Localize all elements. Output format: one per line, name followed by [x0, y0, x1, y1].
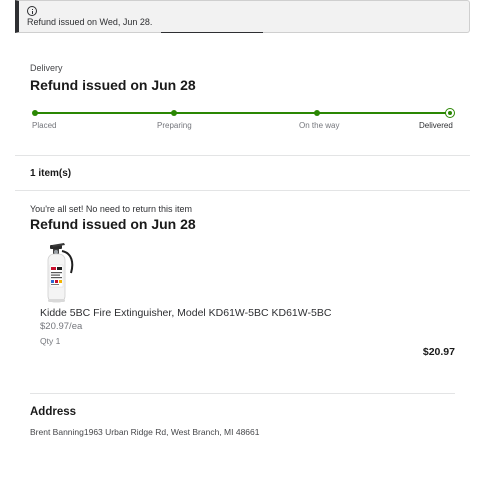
section-divider — [30, 393, 455, 394]
step-label-delivered: Delivered — [419, 121, 453, 130]
progress-dot-delivered — [445, 108, 455, 118]
section-divider — [15, 155, 470, 156]
product-line-total: $20.97 — [422, 346, 455, 358]
progress-line — [34, 112, 450, 114]
step-label-placed: Placed — [32, 121, 57, 130]
product-image[interactable] — [40, 243, 80, 305]
step-label-preparing: Preparing — [157, 121, 192, 130]
refund-banner: Refund issued on Wed, Jun 28. — [15, 0, 470, 33]
delivery-status-title: Refund issued on Jun 28 — [30, 77, 196, 93]
no-return-note: You're all set! No need to return this i… — [30, 204, 192, 214]
step-label-on-the-way: On the way — [299, 121, 340, 130]
section-divider — [15, 190, 470, 191]
progress-dot-placed — [32, 110, 38, 116]
delivery-progress-tracker — [32, 107, 455, 119]
address-text: Brent Banning1963 Urban Ridge Rd, West B… — [30, 427, 260, 437]
items-count: 1 item(s) — [30, 168, 72, 179]
product-name[interactable]: Kidde 5BC Fire Extinguisher, Model KD61W… — [40, 307, 331, 319]
progress-dot-on-the-way — [314, 110, 320, 116]
address-heading: Address — [30, 406, 77, 418]
item-refund-title: Refund issued on Jun 28 — [30, 216, 196, 232]
product-quantity: Qty 1 — [40, 336, 61, 346]
banner-underline — [161, 32, 263, 33]
fire-extinguisher-image — [47, 243, 74, 303]
banner-message: Refund issued on Wed, Jun 28. — [27, 17, 153, 27]
product-unit-price: $20.97/ea — [40, 321, 83, 332]
info-icon — [27, 6, 37, 16]
delivery-section-label: Delivery — [30, 63, 63, 73]
progress-dot-preparing — [171, 110, 177, 116]
